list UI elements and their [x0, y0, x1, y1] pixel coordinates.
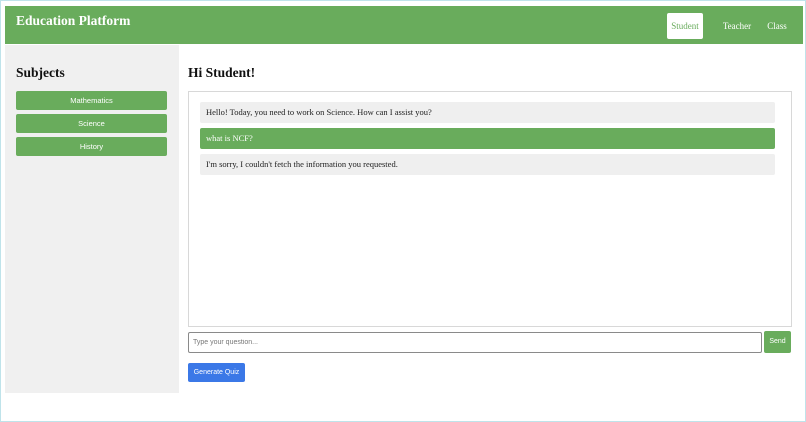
chat-window[interactable]: Hello! Today, you need to work on Scienc… — [188, 91, 792, 327]
send-button[interactable]: Send — [764, 331, 791, 353]
nav-class-tab[interactable]: Class — [759, 13, 795, 39]
subjects-sidebar: Subjects Mathematics Science History — [5, 45, 179, 393]
generate-quiz-button[interactable]: Generate Quiz — [188, 363, 245, 382]
subject-button-history[interactable]: History — [16, 137, 167, 156]
greeting-heading: Hi Student! — [188, 65, 256, 80]
chat-message-user: what is NCF? — [200, 128, 775, 149]
app-frame: Education Platform Student Teacher Class… — [0, 0, 806, 422]
brand-title: Education Platform — [16, 13, 131, 28]
subject-button-mathematics[interactable]: Mathematics — [16, 91, 167, 110]
question-input[interactable] — [188, 332, 762, 353]
chat-message-bot: Hello! Today, you need to work on Scienc… — [200, 102, 775, 123]
subject-button-science[interactable]: Science — [16, 114, 167, 133]
nav-teacher-tab[interactable]: Teacher — [719, 13, 755, 39]
sidebar-title: Subjects — [16, 65, 65, 80]
chat-message-bot: I'm sorry, I couldn't fetch the informat… — [200, 154, 775, 175]
nav-student-tab[interactable]: Student — [667, 13, 703, 39]
top-navbar: Education Platform Student Teacher Class — [5, 6, 803, 44]
